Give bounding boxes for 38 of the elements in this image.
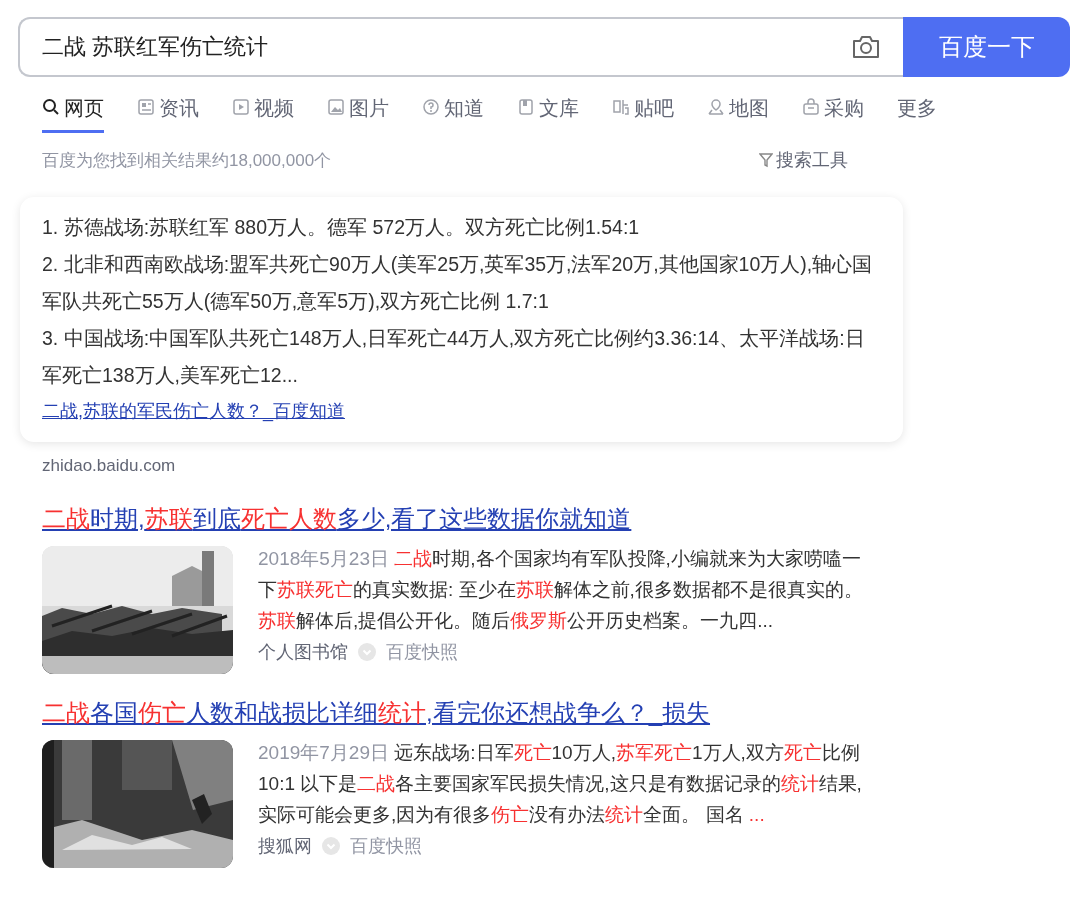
question-icon	[422, 98, 440, 116]
image-icon	[327, 98, 345, 116]
answer-paragraph: 2. 北非和西南欧战场:盟军共死亡90万人(美军25万,英军35万,法军20万,其他国家10万人),轴心国军队共死亡55万人(德军50万,意军5万),双方死亡比例 1.7:1	[42, 252, 874, 314]
source-url: zhidao.baidu.com	[42, 455, 177, 477]
nav-tab[interactable]: 更多	[897, 95, 937, 133]
video-icon	[232, 98, 250, 116]
nav-tab[interactable]: 采购	[802, 95, 864, 133]
nav-tab[interactable]: 图片	[327, 95, 389, 133]
dropdown-icon[interactable]	[322, 837, 340, 855]
result-source: 个人图书馆	[258, 641, 348, 664]
result-snippet: 2018年5月23日 二战时期,各个国家均有军队投降,小编就来为大家唠嗑一下苏联死亡的真实数据: 至少在苏联解体之前,很多数据都不是很真实的。 苏联解体后,提倡公开化。随后俄罗斯公开历史档案。一九四...	[258, 547, 864, 633]
dropdown-icon[interactable]	[358, 643, 376, 661]
filter-icon	[759, 152, 773, 168]
news-icon	[137, 98, 155, 116]
answer-paragraph: 1. 苏德战场:苏联红军 880万人。德军 572万人。双方死亡比例1.54:1	[42, 215, 641, 240]
result-count: 百度为您找到相关结果约18,000,000个	[42, 149, 332, 172]
nav-tab[interactable]: 贴吧	[612, 95, 674, 133]
answer-paragraph: 3. 中国战场:中国军队共死亡148万人,日军死亡44万人,双方死亡比例约3.36:14、太平洋战场:日军死亡138万人,美军死亡12...	[42, 326, 866, 388]
camera-icon[interactable]	[851, 34, 881, 60]
bag-icon	[802, 98, 820, 116]
document-icon	[517, 98, 535, 116]
nav-tab[interactable]: 网页	[42, 95, 104, 133]
snapshot-link[interactable]: 百度快照	[386, 640, 458, 664]
nav-tab[interactable]: 文库	[517, 95, 579, 133]
search-button[interactable]: 百度一下	[903, 17, 1070, 77]
snapshot-link[interactable]: 百度快照	[350, 834, 422, 858]
map-icon	[707, 98, 725, 116]
search-tools-button[interactable]: 搜索工具	[759, 148, 848, 172]
nav-tab[interactable]: 地图	[707, 95, 769, 133]
answer-link[interactable]: 二战,苏联的军民伤亡人数？_百度知道	[42, 394, 345, 428]
search-field[interactable]: 二战 苏联红军伤亡统计	[18, 17, 903, 77]
result-snippet: 2019年7月29日 远东战场:日军死亡10万人,苏军死亡1万人,双方死亡比例10:1 以下是二战各主要国家军民损失情况,这只是有数据记录的统计结果,实际可能会更多,因为有很多伤亡没有办法统计全面。 国名 ...	[258, 741, 863, 827]
nav-tab[interactable]: 知道	[422, 95, 484, 133]
result-source: 搜狐网	[258, 835, 312, 858]
nav-tab[interactable]: 视频	[232, 95, 294, 133]
forum-icon	[612, 98, 630, 116]
search-icon	[42, 98, 60, 116]
nav-tab[interactable]: 资讯	[137, 95, 199, 133]
